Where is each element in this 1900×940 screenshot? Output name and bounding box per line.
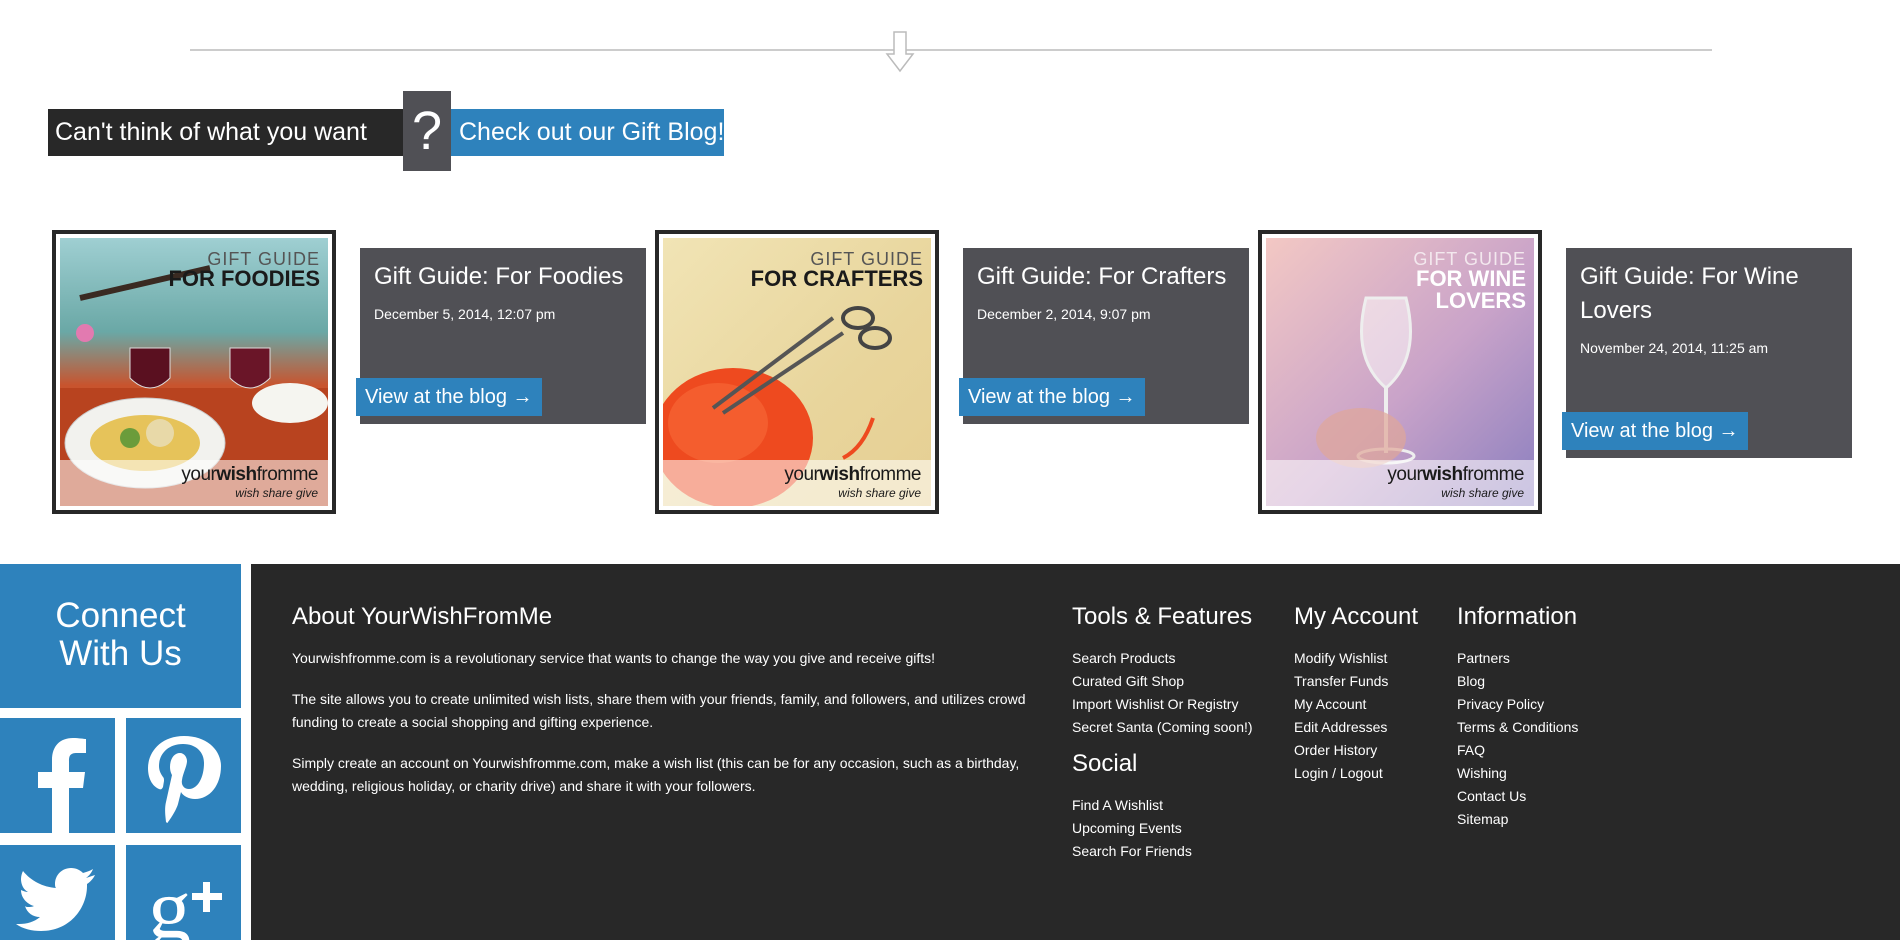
facebook-icon[interactable]	[0, 718, 115, 833]
footer-link-secret-santa[interactable]: Secret Santa (Coming soon!)	[1072, 716, 1253, 739]
about-paragraph: Yourwishfromme.com is a revolutionary se…	[292, 650, 936, 666]
blog-post-title[interactable]: Gift Guide: For Wine Lovers	[1580, 260, 1838, 328]
blog-post-image-crafters[interactable]: GIFT GUIDE FOR CRAFTERS yourwishfromme w…	[655, 230, 939, 514]
footer-link-modify-wishlist[interactable]: Modify Wishlist	[1294, 647, 1388, 670]
question-mark-icon: ?	[403, 91, 451, 171]
footer-link-faq[interactable]: FAQ	[1457, 739, 1578, 762]
footer-link-privacy-policy[interactable]: Privacy Policy	[1457, 693, 1578, 716]
about-paragraph: The site allows you to create unlimited …	[292, 691, 1026, 730]
social-separator	[0, 833, 241, 845]
section-divider	[190, 49, 1712, 51]
footer-link-curated-gift-shop[interactable]: Curated Gift Shop	[1072, 670, 1253, 693]
footer-link-search-friends[interactable]: Search For Friends	[1072, 840, 1192, 863]
svg-text:g: g	[148, 860, 191, 940]
footer-link-sitemap[interactable]: Sitemap	[1457, 808, 1578, 831]
view-at-blog-button[interactable]: View at the blog →	[1562, 412, 1748, 450]
blog-post-date: November 24, 2014, 11:25 am	[1580, 340, 1769, 356]
footer-link-my-account[interactable]: My Account	[1294, 693, 1388, 716]
brand-logo: yourwishfromme wish share give	[1266, 460, 1534, 506]
social-list: Find A Wishlist Upcoming Events Search F…	[1072, 794, 1192, 863]
about-heading: About YourWishFromMe	[292, 603, 553, 630]
information-list: Partners Blog Privacy Policy Terms & Con…	[1457, 647, 1578, 831]
image-caption: GIFT GUIDE FOR CRAFTERS	[750, 249, 923, 291]
footer-link-upcoming-events[interactable]: Upcoming Events	[1072, 817, 1192, 840]
tools-features-list: Search Products Curated Gift Shop Import…	[1072, 647, 1253, 739]
blog-post-date: December 2, 2014, 9:07 pm	[977, 306, 1151, 322]
blog-post-image-wine-lovers[interactable]: GIFT GUIDE FOR WINE LOVERS yourwishfromm…	[1258, 230, 1542, 514]
footer-link-search-products[interactable]: Search Products	[1072, 647, 1253, 670]
information-heading: Information	[1457, 603, 1578, 630]
view-at-blog-button[interactable]: View at the blog →	[356, 378, 542, 416]
blog-post-title[interactable]: Gift Guide: For Crafters	[977, 260, 1235, 294]
footer-link-import-wishlist[interactable]: Import Wishlist Or Registry	[1072, 693, 1253, 716]
image-caption: GIFT GUIDE FOR WINE LOVERS	[1413, 249, 1526, 313]
my-account-heading: My Account	[1294, 603, 1419, 630]
footer-link-partners[interactable]: Partners	[1457, 647, 1578, 670]
blog-post-image-foodies[interactable]: GIFT GUIDE FOR FOODIES yourwishfromme wi…	[52, 230, 336, 514]
brand-logo: yourwishfromme wish share give	[60, 460, 328, 506]
social-separator	[0, 708, 241, 718]
twitter-icon[interactable]	[0, 845, 115, 940]
image-caption: GIFT GUIDE FOR FOODIES	[168, 249, 320, 291]
footer-link-contact-us[interactable]: Contact Us	[1457, 785, 1578, 808]
down-arrow-icon	[885, 31, 915, 73]
social-heading: Social	[1072, 750, 1138, 777]
about-paragraph: Simply create an account on Yourwishfrom…	[292, 755, 1020, 794]
footer-link-find-wishlist[interactable]: Find A Wishlist	[1072, 794, 1192, 817]
tools-features-heading: Tools & Features	[1072, 603, 1253, 630]
footer-link-blog[interactable]: Blog	[1457, 670, 1578, 693]
footer-link-transfer-funds[interactable]: Transfer Funds	[1294, 670, 1388, 693]
my-account-list: Modify Wishlist Transfer Funds My Accoun…	[1294, 647, 1388, 785]
gift-banner-text: Can't think of what you want	[48, 109, 404, 156]
footer-link-order-history[interactable]: Order History	[1294, 739, 1388, 762]
view-at-blog-button[interactable]: View at the blog →	[959, 378, 1145, 416]
gift-blog-link[interactable]: Check out our Gift Blog!	[451, 109, 724, 156]
blog-post-title[interactable]: Gift Guide: For Foodies	[374, 260, 632, 294]
brand-logo: yourwishfromme wish share give	[663, 460, 931, 506]
footer-separator	[241, 564, 251, 940]
footer-link-edit-addresses[interactable]: Edit Addresses	[1294, 716, 1388, 739]
footer-link-terms-conditions[interactable]: Terms & Conditions	[1457, 716, 1578, 739]
social-separator	[115, 718, 126, 940]
google-plus-icon[interactable]: g	[126, 845, 241, 940]
connect-with-us-heading: Connect With Us	[0, 564, 241, 708]
footer-link-wishing[interactable]: Wishing	[1457, 762, 1578, 785]
pinterest-icon[interactable]	[126, 718, 241, 833]
blog-post-date: December 5, 2014, 12:07 pm	[374, 306, 556, 322]
footer-link-login-logout[interactable]: Login / Logout	[1294, 762, 1388, 785]
